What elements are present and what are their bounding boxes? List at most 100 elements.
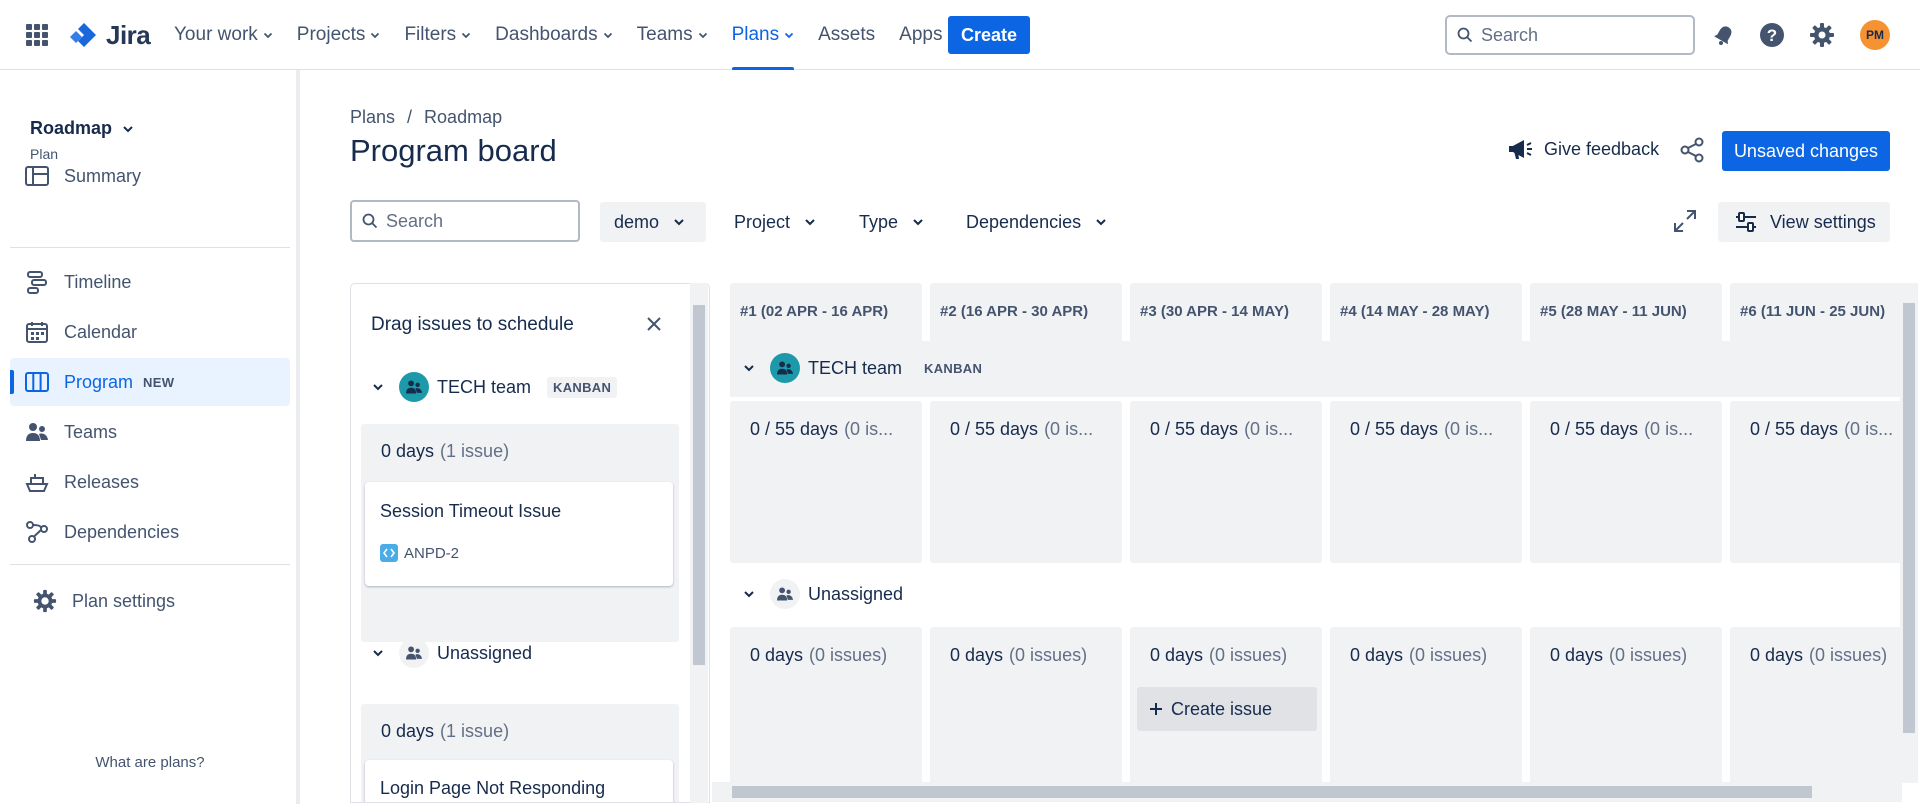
help-icon[interactable]: ? [1758,21,1786,49]
create-issue-button[interactable]: Create issue [1137,687,1317,731]
board-search-input[interactable] [386,210,566,232]
sidebar-item-teams[interactable]: Teams [10,408,290,456]
nav-projects[interactable]: Projects [285,0,393,70]
issue-count: (0 is... [1644,419,1694,439]
issue-card[interactable]: Login Page Not Responding [365,760,673,802]
sprint-header: #3 (30 APR - 14 MAY) [1130,283,1322,341]
lane-count: (1 issue) [440,721,510,741]
global-search[interactable] [1445,15,1695,55]
drag-group-unassigned[interactable]: Unassigned [371,638,532,668]
nav-assets[interactable]: Assets [806,0,887,70]
nav-your-work[interactable]: Your work [162,0,285,70]
team-name: TECH team [808,357,903,378]
sprint-cell[interactable]: 0 days (0 issues) [1330,627,1522,783]
chevron-down-icon [263,32,272,39]
issue-title: Login Page Not Responding [380,778,606,798]
what-are-plans-link[interactable]: What are plans? [0,754,300,771]
filter-dependencies[interactable]: Dependencies [952,202,1121,242]
issue-count: (0 issues) [1009,645,1088,665]
sidebar-item-plan-settings[interactable]: Plan settings [10,577,290,625]
issue-card[interactable]: Session Timeout Issue ANPD-2 [365,482,673,586]
sidebar-divider [10,247,290,248]
issue-count: (0 issues) [1609,645,1688,665]
sidebar-item-timeline[interactable]: Timeline [10,258,290,306]
chevron-down-icon [462,32,471,39]
sprint-cell[interactable]: 0 days (0 issues) Create issue [1130,627,1322,783]
svg-text:?: ? [1767,26,1777,45]
chevron-down-icon [674,219,684,226]
filter-label: Dependencies [966,211,1082,232]
settings-gear-icon[interactable] [1808,21,1836,49]
app-switcher-icon[interactable] [26,24,48,46]
top-navigation: Jira Your work Projects Filters Dashboar… [0,0,1920,70]
program-icon [22,367,52,397]
days-value: 0 days [1150,645,1204,665]
sidebar-item-program[interactable]: Program NEW [10,358,290,406]
sprint-cell[interactable]: 0 days (0 issues) [1730,627,1902,783]
cell-summary: 0 days (0 issues) [950,645,1118,666]
sprint-cell[interactable]: 0 / 55 days (0 is... [1130,401,1322,563]
calendar-icon [22,317,52,347]
sidebar-item-summary[interactable]: Summary [10,152,290,200]
view-settings-button[interactable]: View settings [1718,202,1890,242]
megaphone-icon [1509,140,1532,159]
global-search-input[interactable] [1481,24,1681,46]
lane-days: 0 days [381,441,435,461]
user-avatar[interactable]: PM [1860,20,1890,50]
days-value: 0 days [950,645,1004,665]
issue-count: (0 is... [1844,419,1894,439]
sidebar-item-label: Plan settings [72,590,176,611]
sidebar-divider [10,564,290,565]
cell-capacity: 0 / 55 days (0 is... [750,419,918,440]
sidebar-item-releases[interactable]: Releases [10,458,290,506]
create-button[interactable]: Create [948,16,1030,54]
give-feedback-button[interactable]: Give feedback [1508,137,1659,161]
board-horizontal-scrollbar[interactable] [712,782,1902,802]
nav-teams[interactable]: Teams [625,0,720,70]
days-value: 0 days [1350,645,1404,665]
filter-type[interactable]: Type [845,202,938,242]
lane-summary: 0 days (1 issue) [381,721,509,742]
board-vertical-scrollbar[interactable] [1900,283,1918,783]
sprint-cell[interactable]: 0 / 55 days (0 is... [930,401,1122,563]
close-icon[interactable] [644,314,664,334]
sprint-cell[interactable]: 0 days (0 issues) [1530,627,1722,783]
cell-capacity: 0 / 55 days (0 is... [1550,419,1718,440]
unsaved-changes-button[interactable]: Unsaved changes [1722,131,1890,171]
board-team-tech-team[interactable]: TECH team KANBAN [742,353,989,383]
sprint-cell[interactable]: 0 days (0 issues) [730,627,922,783]
filter-project[interactable]: Project [720,202,830,242]
sprint-cell[interactable]: 0 / 55 days (0 is... [1330,401,1522,563]
board-search[interactable] [350,200,580,242]
capacity-value: 0 / 55 days [1150,419,1239,439]
issue-count: (0 is... [1044,419,1094,439]
filter-demo[interactable]: demo [600,202,706,242]
breadcrumb-roadmap[interactable]: Roadmap [424,107,502,128]
drag-group-tech-team[interactable]: TECH team KANBAN [371,372,618,402]
notifications-icon[interactable] [1710,21,1738,49]
sidebar-item-dependencies[interactable]: Dependencies [10,508,290,556]
sprint-cell[interactable]: 0 / 55 days (0 is... [1530,401,1722,563]
sprint-cell[interactable]: 0 / 55 days (0 is... [730,401,922,563]
fullscreen-icon[interactable] [1672,208,1700,236]
nav-filters[interactable]: Filters [392,0,483,70]
nav-label: Filters [404,24,457,45]
share-icon[interactable] [1678,136,1706,164]
scrollbar-thumb[interactable] [1903,303,1915,733]
chevron-down-icon [698,32,707,39]
jira-logo[interactable]: Jira [64,20,151,51]
capacity-value: 0 / 55 days [1550,419,1639,439]
sprint-cell[interactable]: 0 days (0 issues) [930,627,1122,783]
drag-panel-scrollbar[interactable] [690,283,708,803]
breadcrumb-plans[interactable]: Plans [350,107,395,128]
scrollbar-thumb[interactable] [693,305,705,665]
project-switcher[interactable]: Roadmap [30,118,134,139]
nav-label: Dashboards [495,24,598,45]
sprint-cell[interactable]: 0 / 55 days (0 is... [1730,401,1902,563]
sidebar-item-calendar[interactable]: Calendar [10,308,290,356]
board-team-unassigned[interactable]: Unassigned [742,579,903,609]
nav-plans[interactable]: Plans [720,0,807,70]
jira-logo-icon [70,22,96,47]
nav-dashboards[interactable]: Dashboards [483,0,624,70]
scrollbar-thumb[interactable] [732,786,1812,798]
